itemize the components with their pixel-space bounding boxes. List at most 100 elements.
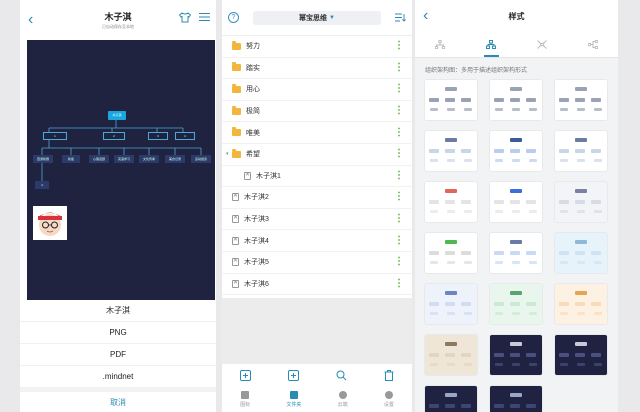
- thumbnail-root-node: [575, 342, 587, 346]
- mindmap-node[interactable]: 3: [148, 132, 168, 140]
- tab-folders[interactable]: 文件夹: [286, 390, 301, 408]
- style-thumbnail[interactable]: [490, 284, 542, 324]
- file-row[interactable]: 木子淇2 ⋮: [222, 187, 412, 209]
- thumbnail-leaf: [464, 159, 472, 162]
- add-file-icon[interactable]: [240, 369, 252, 381]
- export-option-png[interactable]: PNG: [20, 322, 216, 344]
- thumbnail-node: [591, 149, 601, 153]
- folder-selector[interactable]: 幂宝思维 ▼: [253, 10, 381, 25]
- mindmap-file-icon: [232, 279, 239, 288]
- mindmap-leaf[interactable]: 心理话题: [89, 155, 109, 163]
- folder-row[interactable]: 唯美 ⋮: [222, 122, 412, 144]
- trash-icon[interactable]: [384, 369, 394, 381]
- file-row[interactable]: 木子淇6 ⋮: [222, 274, 412, 296]
- cancel-button[interactable]: 取消: [20, 388, 216, 412]
- add-folder-icon[interactable]: [288, 369, 300, 381]
- folder-row[interactable]: 极简 ⋮: [222, 101, 412, 123]
- thumbnail-leaf: [447, 312, 455, 315]
- thumbnail-node: [575, 302, 585, 306]
- thumbnail-node: [559, 149, 569, 153]
- file-row[interactable]: 木子淇3 ⋮: [222, 209, 412, 231]
- style-thumbnail[interactable]: [490, 131, 542, 171]
- file-row[interactable]: 木子淇4 ⋮: [222, 230, 412, 252]
- thumbnail-node: [429, 251, 439, 255]
- sort-icon[interactable]: [395, 13, 406, 22]
- style-thumbnail[interactable]: [490, 233, 542, 273]
- mindmap-leaf[interactable]: 美食记录: [165, 155, 185, 163]
- more-options-icon[interactable]: ⋮: [394, 62, 404, 73]
- file-row[interactable]: 木子淇5 ⋮: [222, 252, 412, 274]
- mindmap-file-icon: [232, 214, 239, 224]
- tab-cloud[interactable]: 云端: [338, 390, 348, 408]
- style-thumbnail[interactable]: [425, 182, 477, 222]
- mindmap-leaf[interactable]: 新星: [62, 155, 80, 163]
- tab-settings[interactable]: 设置: [384, 390, 394, 408]
- style-thumbnail[interactable]: [555, 284, 607, 324]
- more-options-icon[interactable]: ⋮: [394, 192, 404, 202]
- menu-icon[interactable]: [199, 12, 210, 22]
- style-thumbnail[interactable]: [555, 335, 607, 375]
- export-option-name[interactable]: 木子淇: [20, 300, 216, 322]
- thumbnail-root-node: [445, 189, 457, 193]
- more-options-icon[interactable]: ⋮: [394, 235, 404, 246]
- thumbnail-node: [429, 149, 439, 153]
- folder-row[interactable]: 用心 ⋮: [222, 79, 412, 101]
- style-thumbnail[interactable]: [555, 131, 607, 171]
- mindmap-leaf[interactable]: 英语学习: [114, 155, 134, 163]
- style-thumbnail[interactable]: [425, 284, 477, 324]
- shirt-icon[interactable]: [179, 12, 191, 23]
- thumbnail-node: [494, 149, 504, 153]
- more-options-icon[interactable]: ⋮: [394, 127, 404, 138]
- style-thumbnail[interactable]: [490, 80, 542, 120]
- mindmap-canvas[interactable]: 木子淇 1 2 3 4 西游新剧 新星 心理话题 英语学习 文化传承 美食记录 …: [27, 40, 215, 300]
- more-options-icon[interactable]: ⋮: [394, 257, 404, 267]
- style-thumbnail[interactable]: [425, 80, 477, 120]
- mindmap-leaf[interactable]: 文化传承: [139, 155, 159, 163]
- thumbnail-node: [526, 98, 536, 102]
- folder-row[interactable]: 踏实 ⋮: [222, 58, 412, 80]
- mindmap-leaf[interactable]: 西游新剧: [33, 155, 53, 163]
- style-thumbnail[interactable]: [490, 386, 542, 412]
- tab-logic-layout[interactable]: [567, 32, 618, 57]
- style-thumbnail[interactable]: [490, 182, 542, 222]
- style-thumbnail[interactable]: [555, 80, 607, 120]
- folder-icon: [232, 105, 241, 115]
- mindmap-node[interactable]: 1: [43, 132, 67, 140]
- thumbnail-node: [429, 200, 439, 204]
- mindmap-leaf[interactable]: 运动健身: [191, 155, 211, 163]
- more-options-icon[interactable]: ⋮: [394, 106, 404, 116]
- search-icon[interactable]: [336, 370, 347, 381]
- style-thumbnail[interactable]: [425, 386, 477, 412]
- mindmap-node[interactable]: 2: [103, 132, 125, 140]
- more-options-icon[interactable]: ⋮: [394, 170, 404, 181]
- more-options-icon[interactable]: ⋮: [394, 41, 404, 51]
- tab-tree-layout[interactable]: [415, 32, 466, 57]
- export-option-pdf[interactable]: PDF: [20, 344, 216, 366]
- mindmap-root-node[interactable]: 木子淇: [108, 111, 126, 120]
- mindmap-node[interactable]: 4: [175, 132, 195, 140]
- item-name: 木子淇5: [244, 259, 269, 267]
- folder-icon: [232, 127, 241, 137]
- style-thumbnail[interactable]: [425, 233, 477, 273]
- avatar[interactable]: [33, 206, 67, 240]
- file-row[interactable]: 木子淇1 ⋮: [222, 166, 412, 188]
- more-options-icon[interactable]: ⋮: [394, 84, 404, 94]
- style-thumbnail[interactable]: [555, 233, 607, 273]
- tab-mindmap-layout[interactable]: [517, 32, 568, 57]
- more-options-icon[interactable]: ⋮: [394, 278, 404, 289]
- mindmap-leaf[interactable]: 4: [35, 181, 49, 189]
- tab-org-chart[interactable]: [466, 32, 517, 57]
- tab-icons[interactable]: 图标: [240, 390, 250, 408]
- export-option-mindnet[interactable]: .mindnet: [20, 366, 216, 388]
- folder-row[interactable]: ▾ 希望 ⋮: [222, 144, 412, 166]
- more-options-icon[interactable]: ⋮: [394, 149, 404, 159]
- style-thumbnail[interactable]: [425, 131, 477, 171]
- style-thumbnail[interactable]: [490, 335, 542, 375]
- thumbnail-node: [591, 200, 601, 204]
- style-thumbnail[interactable]: [425, 335, 477, 375]
- folder-row[interactable]: 努力 ⋮: [222, 36, 412, 58]
- thumbnail-node: [575, 149, 585, 153]
- style-thumbnail[interactable]: [555, 182, 607, 222]
- more-options-icon[interactable]: ⋮: [394, 214, 404, 224]
- help-icon[interactable]: ?: [228, 12, 239, 23]
